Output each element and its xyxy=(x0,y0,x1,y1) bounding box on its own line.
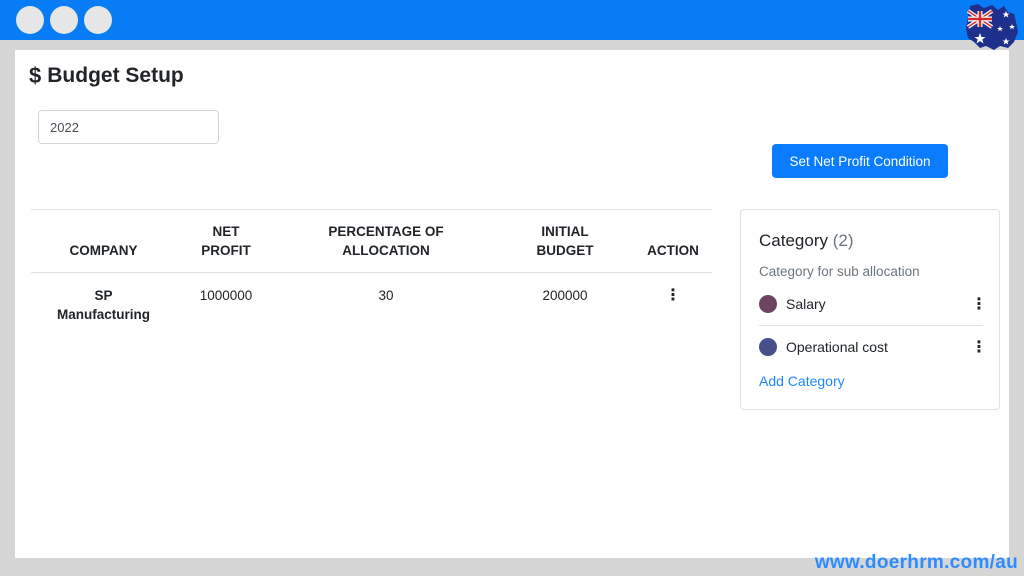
category-item-operational-cost[interactable]: Operational cost ⋮ xyxy=(759,332,987,362)
column-header-action: ACTION xyxy=(634,209,712,273)
category-item-salary[interactable]: Salary ⋮ xyxy=(759,289,987,319)
window-dot-icon xyxy=(16,6,44,34)
color-dot-icon xyxy=(759,338,777,356)
category-item-label: Salary xyxy=(786,296,826,312)
divider xyxy=(759,325,983,326)
color-dot-icon xyxy=(759,295,777,313)
category-title: Category (2) xyxy=(759,231,854,251)
more-vertical-icon[interactable]: ⋮ xyxy=(971,337,987,357)
browser-top-bar xyxy=(0,0,1024,40)
add-category-link[interactable]: Add Category xyxy=(759,373,845,389)
more-vertical-icon[interactable]: ⋮ xyxy=(665,287,681,304)
company-cell: SP Manufacturing xyxy=(57,288,150,322)
net-profit-cell: 1000000 xyxy=(199,288,253,303)
category-title-text: Category xyxy=(759,231,828,250)
table-header-row: COMPANY NET PROFIT PERCENTAGE OF ALLOCAT… xyxy=(31,209,712,273)
dollar-icon: $ xyxy=(29,63,42,88)
page-title: $ Budget Setup xyxy=(29,63,184,89)
column-header-company: COMPANY xyxy=(31,209,176,273)
watermark-url: www.doerhrm.com/au xyxy=(814,552,1018,573)
more-vertical-icon[interactable]: ⋮ xyxy=(971,294,987,314)
column-header-net-profit: NET PROFIT xyxy=(176,209,276,273)
category-item-label: Operational cost xyxy=(786,339,888,355)
column-header-percentage-of-allocation: PERCENTAGE OF ALLOCATION xyxy=(276,209,496,273)
australia-flag-icon xyxy=(966,4,1018,50)
year-input[interactable] xyxy=(38,110,219,144)
category-count: (2) xyxy=(832,231,854,250)
main-content-panel: $ Budget Setup Set Net Profit Condition … xyxy=(15,50,1009,558)
category-card: Category (2) Category for sub allocation… xyxy=(740,209,1000,410)
action-cell: ⋮ xyxy=(634,273,712,338)
window-dot-icon xyxy=(84,6,112,34)
column-header-initial-budget: INITIAL BUDGET xyxy=(496,209,634,273)
page-title-text: Budget Setup xyxy=(47,64,184,87)
percentage-cell: 30 xyxy=(378,288,394,303)
window-dot-icon xyxy=(50,6,78,34)
table-row: SP Manufacturing 1000000 30 200000 ⋮ xyxy=(31,273,712,338)
budget-table: COMPANY NET PROFIT PERCENTAGE OF ALLOCAT… xyxy=(31,209,712,337)
initial-budget-cell: 200000 xyxy=(542,288,588,303)
category-subtitle: Category for sub allocation xyxy=(759,264,920,279)
set-net-profit-condition-button[interactable]: Set Net Profit Condition xyxy=(772,144,948,178)
